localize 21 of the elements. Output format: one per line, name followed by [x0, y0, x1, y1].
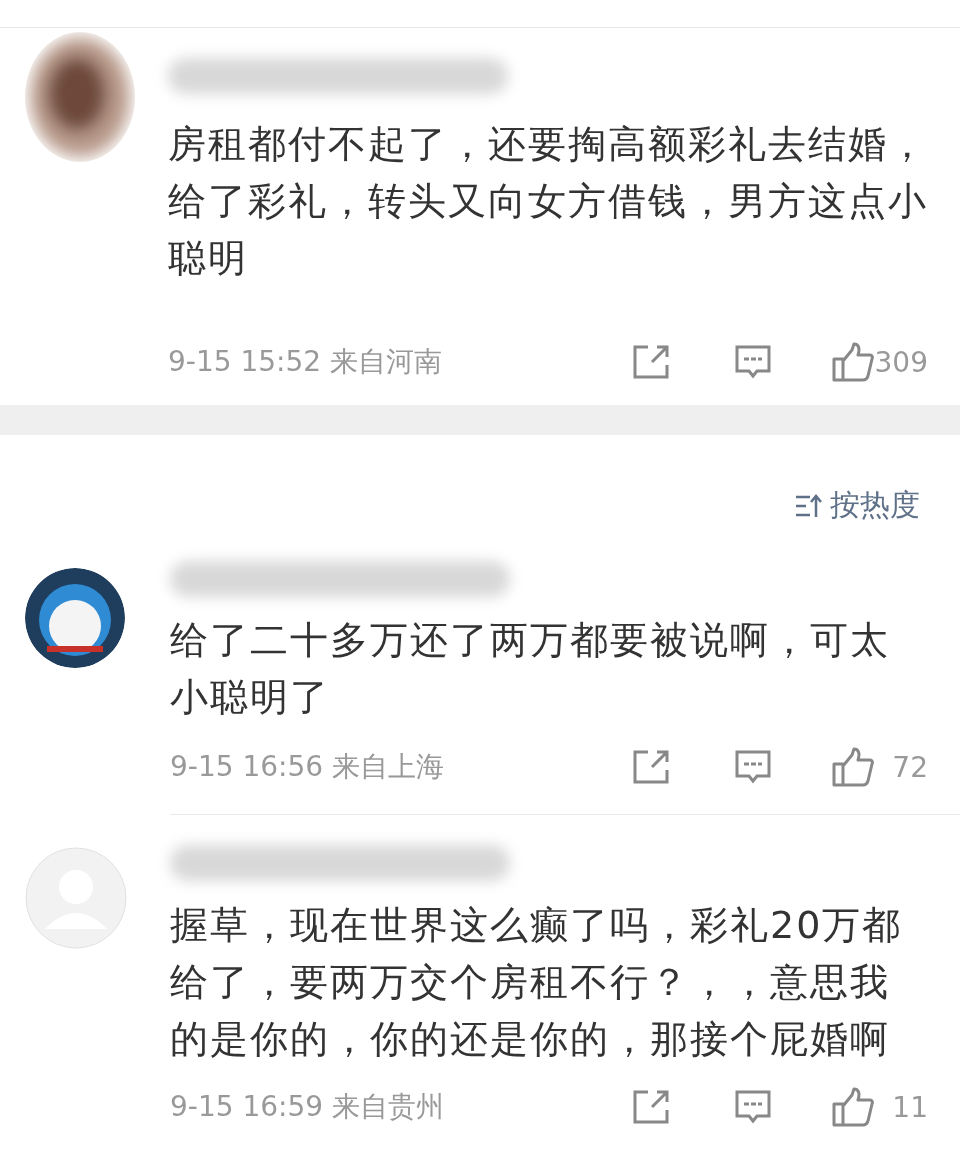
comment-meta: 9-15 15:52 来自河南 — [168, 344, 444, 380]
comment-meta: 9-15 16:59 来自贵州 — [170, 1089, 446, 1125]
comment-icon[interactable] — [734, 344, 772, 380]
comment-icon[interactable] — [734, 1089, 772, 1125]
like-count: 11 — [891, 1090, 928, 1124]
like-count: 309 — [874, 345, 928, 379]
comment-icon[interactable] — [734, 749, 772, 785]
avatar[interactable] — [25, 568, 125, 668]
comment-text: 给了二十多万还了两万都要被说啊，可太小聪明了 — [170, 617, 891, 721]
share-icon[interactable] — [632, 344, 670, 380]
thumbs-up-icon[interactable] — [832, 1087, 874, 1127]
share-icon[interactable] — [632, 1089, 670, 1125]
sort-button[interactable]: 按热度 — [794, 485, 920, 526]
like-count: 72 — [891, 750, 928, 784]
sort-icon — [794, 492, 824, 519]
share-icon[interactable] — [632, 749, 670, 785]
comment-meta: 9-15 16:56 来自上海 — [170, 749, 446, 785]
comment-text: 握草，现在世界这么癫了吗，彩礼20万都给了，要两万交个房租不行？，，意思我的是你的，你的还是你的，那接个屁婚啊 — [170, 902, 904, 1063]
comment-text: 房租都付不起了，还要掏高额彩礼去结婚，给了彩礼，转头又向女方借钱，男方这点小聪明 — [168, 121, 928, 282]
thumbs-up-icon[interactable] — [832, 747, 874, 787]
thumbs-up-icon[interactable] — [832, 342, 874, 382]
